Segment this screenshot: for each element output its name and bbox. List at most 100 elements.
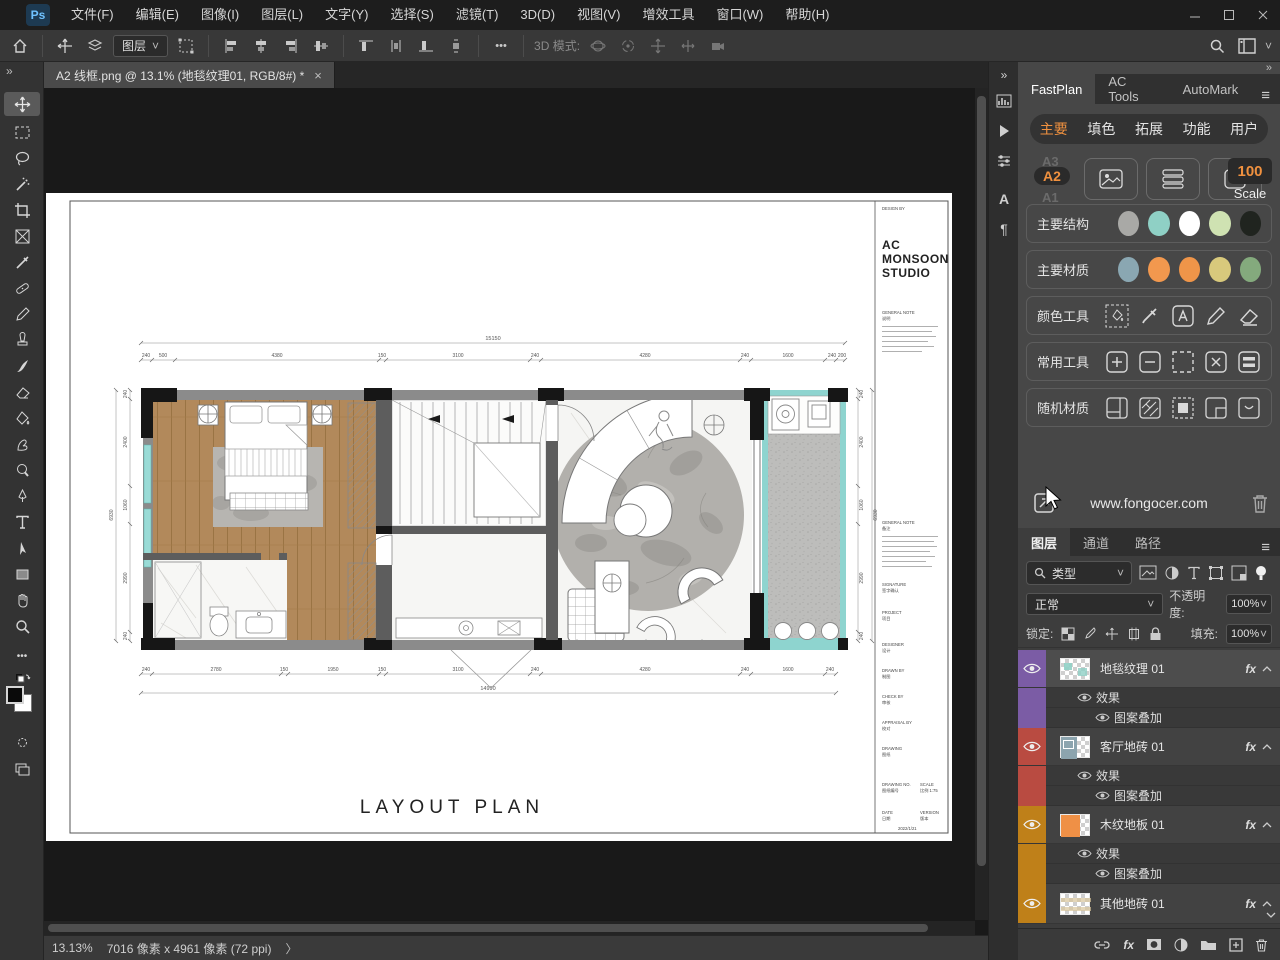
collapse-effects-icon[interactable] <box>1262 822 1272 828</box>
crop-tool[interactable] <box>4 198 40 222</box>
screen-mode-icon[interactable] <box>4 756 40 780</box>
scroll-down-icon[interactable] <box>1266 912 1276 918</box>
type-tool[interactable] <box>4 510 40 534</box>
menu-window[interactable]: 窗口(W) <box>705 0 774 30</box>
link-layers-icon[interactable] <box>1093 939 1111 951</box>
3d-orbit-icon[interactable] <box>586 34 610 58</box>
visibility-eye-icon[interactable] <box>1095 868 1110 879</box>
material-color-swatch[interactable] <box>1179 257 1200 282</box>
pen-tool[interactable] <box>4 484 40 508</box>
layer-thumbnail[interactable] <box>1060 658 1090 680</box>
paint-bucket-tool[interactable] <box>4 406 40 430</box>
layer-name[interactable]: 其他地砖 01 <box>1100 895 1165 912</box>
align-bottom-icon[interactable] <box>414 34 438 58</box>
shape-tool[interactable] <box>4 562 40 586</box>
lock-position-icon[interactable] <box>1105 627 1119 641</box>
filter-toggle-icon[interactable] <box>1254 565 1268 581</box>
material-color-swatch[interactable] <box>1148 257 1169 282</box>
close-window-icon[interactable] <box>1246 0 1280 30</box>
effects-row[interactable]: 效果 <box>1018 766 1280 786</box>
minimize-icon[interactable] <box>1178 0 1212 30</box>
delete-layer-icon[interactable] <box>1255 938 1268 952</box>
tab-automark[interactable]: AutoMark <box>1170 74 1252 104</box>
menu-filter[interactable]: 滤镜(T) <box>445 0 510 30</box>
material-color-swatch[interactable] <box>1209 257 1230 282</box>
collapse-effects-icon[interactable] <box>1262 744 1272 750</box>
tab-channels[interactable]: 通道 <box>1070 528 1122 556</box>
layer-name[interactable]: 木纹地板 01 <box>1100 816 1165 833</box>
clone-stamp-tool[interactable] <box>4 328 40 352</box>
subtract-icon[interactable] <box>1138 349 1162 374</box>
fill-value[interactable]: 100%˅ <box>1226 624 1272 644</box>
menu-layer[interactable]: 图层(L) <box>250 0 314 30</box>
layer-thumbnail[interactable] <box>1060 893 1090 915</box>
effects-row[interactable]: 效果 <box>1018 688 1280 708</box>
nav-fill[interactable]: 填色 <box>1087 119 1115 139</box>
auto-select-target-dropdown[interactable]: 图层˅ <box>113 35 168 57</box>
lock-transparent-icon[interactable] <box>1061 627 1075 641</box>
visibility-eye-icon[interactable] <box>1095 712 1110 723</box>
fill-region-icon[interactable] <box>1171 395 1195 420</box>
menu-help[interactable]: 帮助(H) <box>774 0 840 30</box>
document-tab[interactable]: A2 线框.png @ 13.1% (地毯纹理01, RGB/8#) * × <box>44 62 335 88</box>
structure-color-swatch[interactable] <box>1179 211 1200 236</box>
filter-type-icon[interactable] <box>1187 566 1201 580</box>
trash-icon[interactable] <box>1247 491 1272 516</box>
quick-selection-tool[interactable] <box>4 172 40 196</box>
new-group-icon[interactable] <box>1200 938 1217 951</box>
align-top-icon[interactable] <box>354 34 378 58</box>
pattern-overlay-row[interactable]: 图案叠加 <box>1018 786 1280 806</box>
more-options-icon[interactable]: ••• <box>489 34 513 58</box>
layer-name[interactable]: 地毯纹理 01 <box>1100 660 1165 677</box>
insert-image-button[interactable] <box>1084 158 1138 200</box>
opacity-value[interactable]: 100%˅ <box>1226 594 1272 614</box>
scale-value[interactable]: 100 <box>1228 158 1272 184</box>
add-mask-icon[interactable] <box>1146 938 1162 951</box>
material-color-swatch[interactable] <box>1240 257 1261 282</box>
layers-merge-icon[interactable] <box>1237 349 1261 374</box>
menu-plugins[interactable]: 增效工具 <box>631 0 705 30</box>
visibility-eye-icon[interactable] <box>1077 848 1092 859</box>
layer-fx-badge[interactable]: fx <box>1245 818 1256 832</box>
filter-type-dropdown[interactable]: 类型˅ <box>1026 561 1132 585</box>
foreground-background-colors[interactable] <box>6 686 38 718</box>
close-tab-icon[interactable]: × <box>314 68 322 83</box>
eyedropper-icon[interactable] <box>1138 303 1162 328</box>
nav-extend[interactable]: 拓展 <box>1135 119 1163 139</box>
properties-panel-icon[interactable] <box>993 150 1015 172</box>
layer-row[interactable]: 地毯纹理 01 fx <box>1018 650 1280 688</box>
3d-roll-icon[interactable] <box>616 34 640 58</box>
menu-edit[interactable]: 编辑(E) <box>125 0 190 30</box>
move-tool-preset-icon[interactable] <box>53 34 77 58</box>
delete-selection-icon[interactable] <box>1204 349 1228 374</box>
zoom-tool[interactable] <box>4 614 40 638</box>
lasso-tool[interactable] <box>4 146 40 170</box>
collapse-panel-icon[interactable]: » <box>1266 62 1272 74</box>
effects-row[interactable]: 效果 <box>1018 844 1280 864</box>
brush-tool[interactable] <box>4 354 40 378</box>
pattern-overlay-row[interactable]: 图案叠加 <box>1018 864 1280 884</box>
eraser-tool[interactable] <box>4 380 40 404</box>
tile-pattern-icon[interactable] <box>1105 395 1129 420</box>
menu-view[interactable]: 视图(V) <box>566 0 631 30</box>
menu-file[interactable]: 文件(F) <box>60 0 125 30</box>
layer-name[interactable]: 客厅地砖 01 <box>1100 738 1165 755</box>
restore-icon[interactable] <box>1212 0 1246 30</box>
move-tool[interactable] <box>4 92 40 116</box>
3d-slide-icon[interactable] <box>676 34 700 58</box>
3d-camera-icon[interactable] <box>706 34 730 58</box>
visibility-eye-icon[interactable] <box>1023 818 1041 831</box>
panel-menu-icon[interactable]: ≡ <box>1251 87 1280 104</box>
frame-tool[interactable] <box>4 224 40 248</box>
align-left-icon[interactable] <box>219 34 243 58</box>
menu-type[interactable]: 文字(Y) <box>314 0 379 30</box>
eraser-icon[interactable] <box>1237 303 1261 328</box>
menu-image[interactable]: 图像(I) <box>190 0 250 30</box>
menu-3d[interactable]: 3D(D) <box>509 0 566 30</box>
tab-fastplan[interactable]: FastPlan <box>1018 74 1095 104</box>
visibility-eye-icon[interactable] <box>1095 790 1110 801</box>
workspace-switcher-icon[interactable] <box>1235 34 1259 58</box>
layer-thumbnail[interactable] <box>1060 814 1090 836</box>
pencil-tool[interactable] <box>4 302 40 326</box>
selection-icon[interactable] <box>1171 349 1195 374</box>
